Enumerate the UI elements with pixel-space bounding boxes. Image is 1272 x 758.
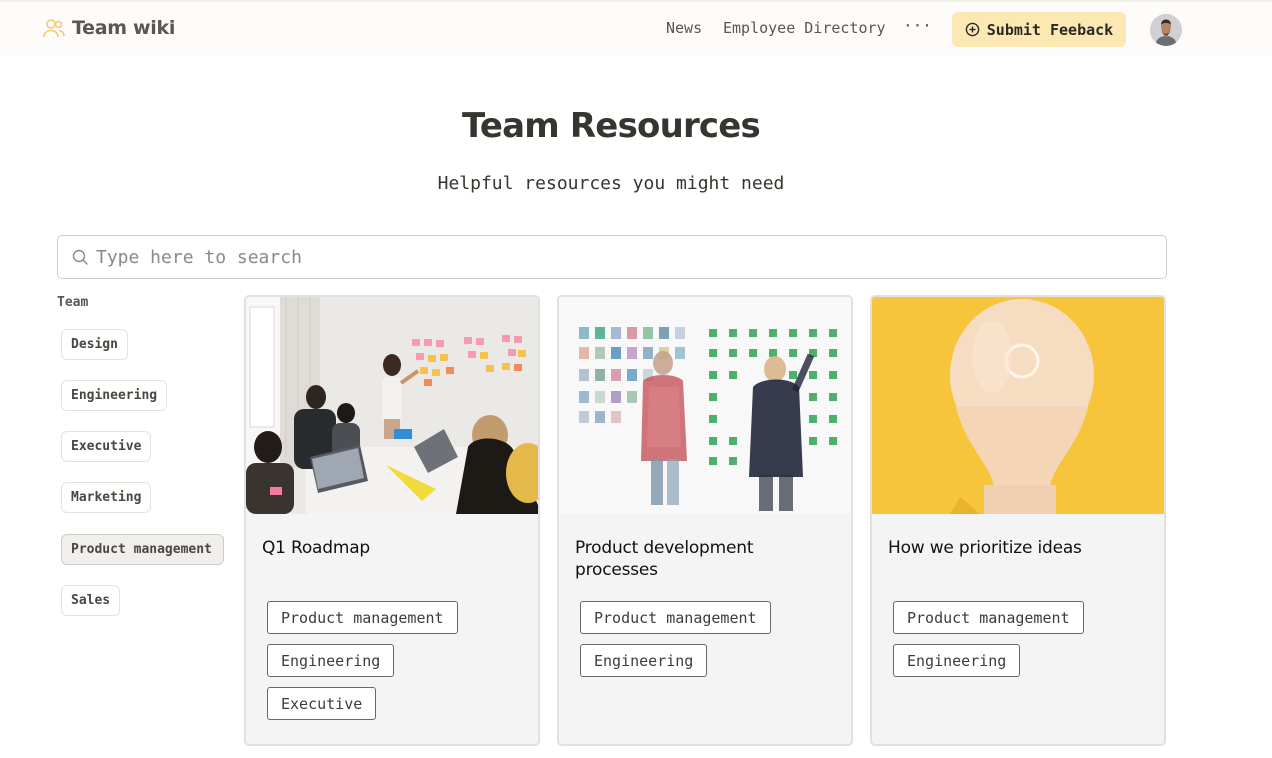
user-avatar-icon bbox=[1150, 14, 1182, 46]
filter-chip-executive[interactable]: Executive bbox=[61, 431, 152, 462]
filter-chip-label: Sales bbox=[71, 593, 111, 608]
submit-feedback-button[interactable]: Submit Feeback bbox=[952, 12, 1126, 47]
filter-chip-sales[interactable]: Sales bbox=[61, 585, 121, 616]
filter-chip-product-management[interactable]: Product management bbox=[61, 534, 224, 565]
tag-product-management[interactable]: Product management bbox=[893, 601, 1084, 634]
resource-card[interactable]: Q1 Roadmap Product management Engineerin… bbox=[244, 295, 540, 746]
tag-product-management[interactable]: Product management bbox=[267, 601, 458, 634]
card-title[interactable]: How we prioritize ideas bbox=[888, 537, 1148, 559]
filter-chip-label: Marketing bbox=[71, 490, 142, 505]
sticky-note-wall-photo bbox=[559, 297, 851, 514]
filter-chip-engineering[interactable]: Engineering bbox=[61, 380, 168, 411]
tag-engineering[interactable]: Engineering bbox=[267, 644, 395, 677]
top-bar: Team wiki News Employee Directory ··· Su… bbox=[0, 0, 1272, 56]
card-title[interactable]: Product development processes bbox=[575, 537, 835, 581]
filter-chip-label: Product management bbox=[71, 542, 212, 557]
plus-circle-icon bbox=[965, 22, 980, 37]
avatar[interactable] bbox=[1150, 14, 1182, 46]
filter-chip-label: Executive bbox=[71, 439, 142, 454]
filter-heading: Team bbox=[57, 295, 89, 310]
page-title: Team Resources bbox=[461, 106, 761, 146]
team-meeting-photo bbox=[246, 297, 538, 514]
page-subtitle: Helpful resources you might need bbox=[437, 173, 785, 194]
filter-chip-label: Design bbox=[71, 337, 118, 352]
more-menu-button[interactable]: ··· bbox=[903, 16, 932, 35]
search-box[interactable] bbox=[57, 235, 1167, 279]
search-icon bbox=[72, 249, 88, 265]
nav-news-link[interactable]: News bbox=[666, 19, 702, 37]
submit-feedback-label: Submit Feeback bbox=[986, 20, 1114, 39]
people-icon bbox=[43, 19, 65, 38]
resource-card[interactable]: How we prioritize ideas Product manageme… bbox=[870, 295, 1166, 746]
tag-product-management[interactable]: Product management bbox=[580, 601, 771, 634]
tag-executive[interactable]: Executive bbox=[267, 687, 377, 720]
app-title: Team wiki bbox=[72, 17, 176, 39]
filter-chip-marketing[interactable]: Marketing bbox=[61, 482, 152, 513]
lightbulb-photo bbox=[872, 297, 1164, 514]
filter-chip-label: Engineering bbox=[71, 388, 158, 403]
nav-employee-directory-link[interactable]: Employee Directory bbox=[723, 19, 886, 37]
filter-chip-design[interactable]: Design bbox=[61, 329, 128, 360]
tag-engineering[interactable]: Engineering bbox=[580, 644, 708, 677]
search-input[interactable] bbox=[96, 236, 1156, 278]
card-title[interactable]: Q1 Roadmap bbox=[262, 537, 522, 559]
tag-engineering[interactable]: Engineering bbox=[893, 644, 1021, 677]
resource-card[interactable]: Product development processes Product ma… bbox=[557, 295, 853, 746]
brand[interactable]: Team wiki bbox=[42, 16, 175, 40]
